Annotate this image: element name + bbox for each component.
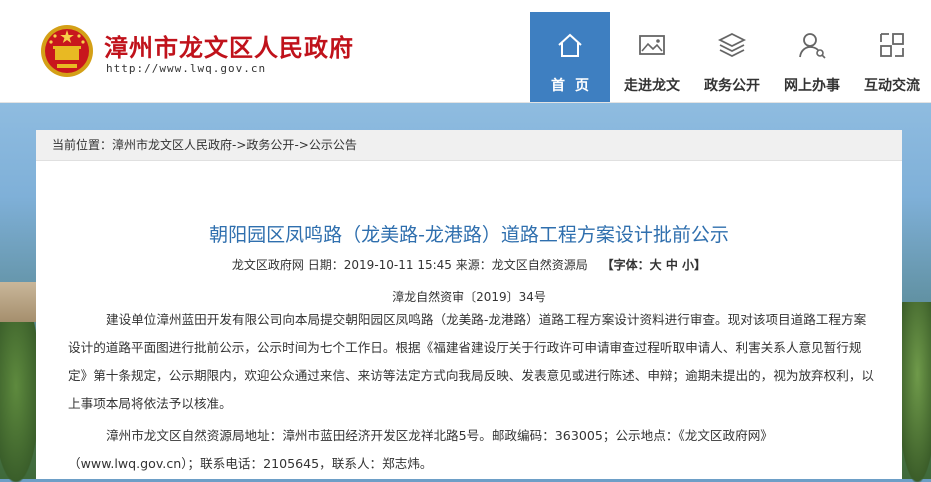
nav-label-online-service: 网上办事 <box>784 78 840 94</box>
font-size-end: 】 <box>694 258 707 272</box>
article-meta: 龙文区政府网 日期：2019-10-11 15:45 来源：龙文区自然资源局 【… <box>36 256 902 273</box>
font-size-medium[interactable]: 中 <box>666 258 678 272</box>
breadcrumb-prefix: 当前位置： <box>52 138 113 152</box>
background-tree-left <box>0 322 40 482</box>
picture-icon <box>639 35 665 55</box>
content-panel: 当前位置：漳州市龙文区人民政府->政务公开->公示公告 朝阳园区凤鸣路（龙美路-… <box>36 130 902 479</box>
font-size-control: 【字体：大 中 小】 <box>602 258 706 272</box>
nav-item-interaction[interactable]: 互动交流 <box>852 12 931 102</box>
background-tree-right <box>897 302 931 482</box>
site-url: http://www.lwq.gov.cn <box>106 62 267 75</box>
document-number: 漳龙自然资审〔2019〕34号 <box>392 290 546 304</box>
meta-date-label: 日期： <box>307 258 344 272</box>
nav-label-gov-affairs: 政务公开 <box>704 78 760 94</box>
meta-date: 2019-10-11 15:45 <box>343 258 452 272</box>
nav-item-about[interactable]: 走进龙文 <box>612 12 692 102</box>
nav-item-online-service[interactable]: 网上办事 <box>772 12 852 102</box>
article-title: 朝阳园区凤鸣路（龙美路-龙港路）道路工程方案设计批前公示 <box>209 224 729 246</box>
nav-label-about: 走进龙文 <box>624 78 680 94</box>
national-emblem-icon[interactable] <box>40 24 94 78</box>
meta-source-site: 龙文区政府网 <box>231 258 304 272</box>
site-title[interactable]: 漳州市龙文区人民政府 <box>104 28 354 63</box>
breadcrumb-item-gov-affairs[interactable]: 政务公开 <box>246 130 294 160</box>
article-paragraph: 漳州市龙文区自然资源局地址：漳州市蓝田经济开发区龙祥北路5号。邮政编码：3630… <box>68 428 773 471</box>
interaction-icon <box>880 33 904 57</box>
site-header: 漳州市龙文区人民政府 http://www.lwq.gov.cn 首页 走进龙文 <box>0 0 931 103</box>
background-building <box>0 282 38 322</box>
nav-label-home: 首页 <box>551 78 599 94</box>
breadcrumb-item-notices[interactable]: 公示公告 <box>309 130 357 160</box>
font-size-label: 【字体： <box>601 258 650 272</box>
nav-label-interaction: 互动交流 <box>864 78 920 94</box>
user-search-icon <box>799 33 826 59</box>
font-size-small[interactable]: 小 <box>682 258 694 272</box>
breadcrumb-separator: -> <box>232 138 247 152</box>
home-icon <box>558 33 582 57</box>
meta-source: 龙文区自然资源局 <box>491 258 588 272</box>
meta-source-label: 来源： <box>455 258 492 272</box>
nav-item-gov-affairs[interactable]: 政务公开 <box>692 12 772 102</box>
article-paragraph: 建设单位漳州蓝田开发有限公司向本局提交朝阳园区凤鸣路（龙美路-龙港路）道路工程方… <box>68 312 874 411</box>
layers-icon <box>717 32 747 58</box>
breadcrumb: 当前位置：漳州市龙文区人民政府->政务公开->公示公告 <box>36 130 902 161</box>
font-size-large[interactable]: 大 <box>650 258 662 272</box>
nav-item-home[interactable]: 首页 <box>530 12 610 102</box>
breadcrumb-separator: -> <box>294 138 309 152</box>
breadcrumb-item-home[interactable]: 漳州市龙文区人民政府 <box>112 130 232 160</box>
